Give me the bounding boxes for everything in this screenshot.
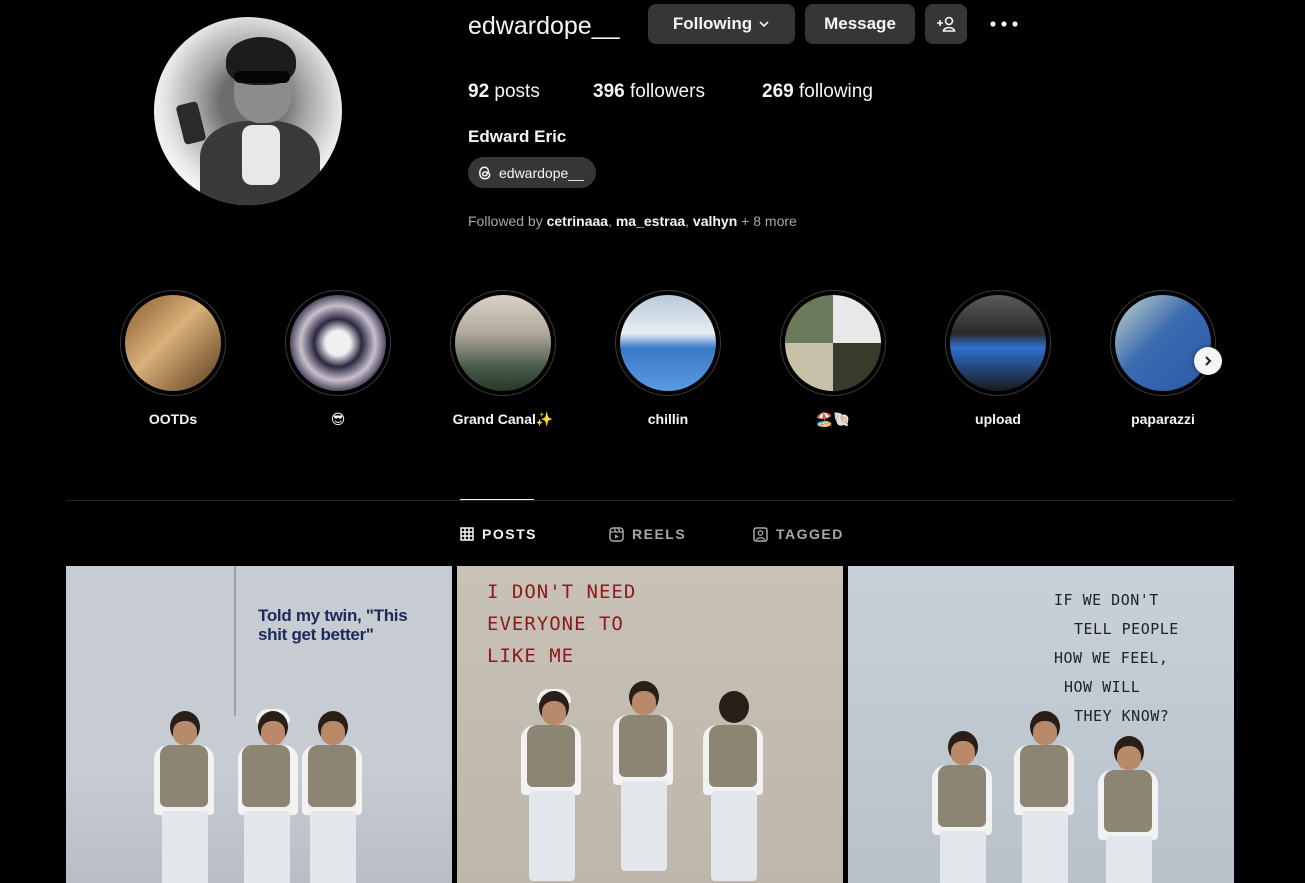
highlight-item[interactable]: paparazzi <box>1110 290 1216 427</box>
followed-by-prefix: Followed by <box>468 213 547 229</box>
tagged-user-icon <box>753 526 768 542</box>
highlight-label: chillin <box>647 411 689 427</box>
chevron-right-icon <box>1205 356 1212 366</box>
follower-name: valhyn <box>692 213 738 229</box>
caption-line: IF WE DON'T <box>1054 591 1159 609</box>
post-caption-text: Told my twin, "This shit get better" <box>258 606 408 644</box>
suggest-users-button[interactable] <box>925 4 967 44</box>
posts-count-label: posts <box>494 81 540 102</box>
profile-avatar[interactable] <box>154 17 342 205</box>
highlight-cover <box>1115 295 1211 391</box>
following-button-label: Following <box>672 14 753 33</box>
message-button[interactable]: Message <box>805 4 915 44</box>
post-thumbnail[interactable]: Told my twin, "This shit get better" <box>66 566 452 883</box>
highlight-label: upload <box>975 411 1021 427</box>
threads-badge[interactable]: edwardope__ <box>468 157 596 188</box>
followed-by-more: + 8 more <box>737 213 797 229</box>
tab-tagged-label: TAGGED <box>776 526 844 542</box>
more-options-button[interactable] <box>984 14 1024 34</box>
highlight-ring <box>615 290 721 396</box>
highlight-item[interactable]: OOTDs <box>120 290 226 427</box>
highlight-ring <box>780 290 886 396</box>
caption-line: HOW WE FEEL, <box>1054 649 1169 667</box>
tab-reels[interactable]: REELS <box>609 524 686 544</box>
followers-link[interactable]: 396 followers <box>593 80 705 104</box>
threads-handle: edwardope__ <box>499 164 584 181</box>
highlight-cover <box>455 295 551 391</box>
caption-line: HOW WILL <box>1064 678 1141 696</box>
tab-posts[interactable]: POSTS <box>460 524 537 544</box>
highlights-next-button[interactable] <box>1194 347 1222 375</box>
chevron-down-icon <box>759 21 769 28</box>
post-thumbnail[interactable]: IF WE DON'T TELL PEOPLE HOW WE FEEL, HOW… <box>848 566 1234 883</box>
tabs-divider <box>66 500 1234 501</box>
highlight-item[interactable]: chillin <box>615 290 721 427</box>
highlight-label: 😎 <box>330 411 346 427</box>
posts-count-value: 92 <box>468 81 490 102</box>
highlight-label: OOTDs <box>148 411 198 427</box>
highlight-item[interactable]: upload <box>945 290 1051 427</box>
caption-line: TELL PEOPLE <box>1074 620 1179 638</box>
following-button[interactable]: Following <box>648 4 795 44</box>
highlight-ring <box>285 290 391 396</box>
follower-name: ma_estraa <box>615 213 686 229</box>
message-button-label: Message <box>824 14 896 33</box>
active-tab-indicator <box>460 499 534 500</box>
more-horizontal-icon <box>990 21 1018 27</box>
highlight-item[interactable]: Grand Canal✨ <box>450 290 556 427</box>
threads-icon <box>479 166 491 179</box>
tab-tagged[interactable]: TAGGED <box>753 524 844 544</box>
highlight-label: paparazzi <box>1131 411 1195 427</box>
highlight-item[interactable]: 🏖️🐚 <box>780 290 886 427</box>
highlight-cover <box>785 295 881 391</box>
highlight-ring <box>945 290 1051 396</box>
highlight-cover <box>290 295 386 391</box>
tab-reels-label: REELS <box>632 526 687 542</box>
highlight-ring <box>1110 290 1216 396</box>
followers-count-label: followers <box>629 81 705 102</box>
followers-count-value: 396 <box>593 81 625 102</box>
profile-username: edwardope__ <box>468 12 620 40</box>
followed-by-text[interactable]: Followed by cetrinaaa, ma_estraa, valhyn… <box>468 213 797 229</box>
following-link[interactable]: 269 following <box>762 80 873 104</box>
tab-posts-label: POSTS <box>482 526 537 542</box>
posts-count: 92 posts <box>468 80 540 104</box>
caption-line: I DON'T NEED <box>487 581 637 603</box>
highlight-label: 🏖️🐚 <box>815 411 851 427</box>
highlight-ring <box>120 290 226 396</box>
grid-icon <box>460 527 474 541</box>
add-person-icon <box>937 16 956 32</box>
highlight-ring <box>450 290 556 396</box>
separator: , <box>685 213 693 229</box>
post-caption-text: IF WE DON'T TELL PEOPLE HOW WE FEEL, HOW… <box>1054 586 1224 731</box>
caption-line: THEY KNOW? <box>1074 707 1170 725</box>
following-count-value: 269 <box>762 81 794 102</box>
profile-full-name: Edward Eric <box>468 127 567 146</box>
highlight-cover <box>125 295 221 391</box>
post-caption-text: I DON'T NEED EVERYONE TO LIKE ME <box>487 576 677 672</box>
reels-icon <box>609 526 624 542</box>
post-thumbnail[interactable]: I DON'T NEED EVERYONE TO LIKE ME <box>457 566 843 883</box>
separator: , <box>608 213 616 229</box>
caption-line: LIKE ME <box>487 645 575 667</box>
caption-line: EVERYONE TO <box>487 613 624 635</box>
highlight-item[interactable]: 😎 <box>285 290 391 427</box>
following-count-label: following <box>798 81 873 102</box>
highlight-cover <box>620 295 716 391</box>
highlight-label: Grand Canal✨ <box>452 411 554 427</box>
highlight-cover <box>950 295 1046 391</box>
follower-name: cetrinaaa <box>546 213 609 229</box>
